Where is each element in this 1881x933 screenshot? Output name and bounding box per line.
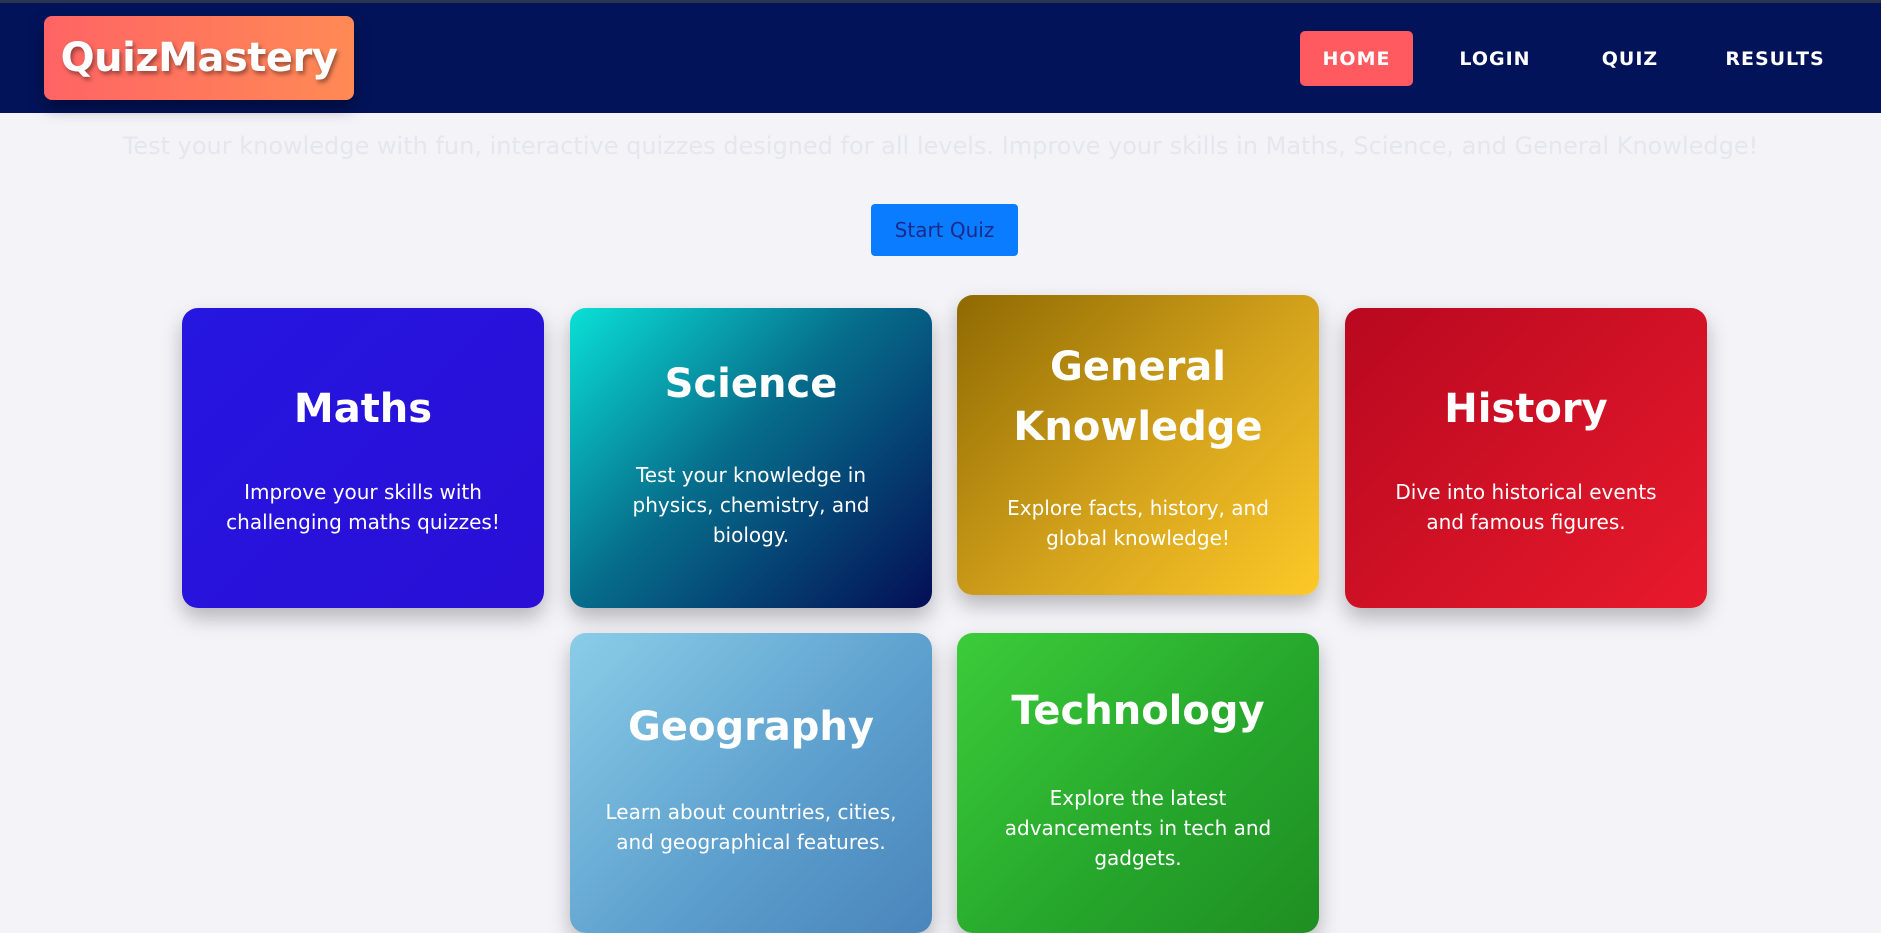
card-title: Maths [293,386,433,432]
navbar: QuizMastery HOME LOGIN QUIZ RESULTS [0,3,1881,113]
start-quiz-button[interactable]: Start Quiz [871,204,1018,256]
nav-login[interactable]: LOGIN [1440,31,1550,86]
card-technology[interactable]: Technology Explore the latest advancemen… [957,633,1319,933]
card-description: Test your knowledge in physics, chemistr… [632,463,870,547]
nav-quiz[interactable]: QUIZ [1580,31,1680,86]
card-title: General Knowledge [1013,344,1263,450]
card-title: Science [664,361,838,407]
card-general-knowledge[interactable]: General Knowledge Explore facts, history… [957,295,1319,595]
card-description: Explore the latest advancements in tech … [1004,786,1272,870]
card-geography[interactable]: Geography Learn about countries, cities,… [570,633,932,933]
card-title: Technology [1011,688,1265,734]
card-title: History [1444,386,1608,432]
site-logo[interactable]: QuizMastery [44,16,354,100]
hero-subtitle: Test your knowledge with fun, interactiv… [122,132,1759,160]
nav-home[interactable]: HOME [1300,31,1413,86]
card-science[interactable]: Science Test your knowledge in physics, … [570,308,932,608]
card-title: Geography [628,704,874,750]
nav-results[interactable]: RESULTS [1710,31,1840,86]
card-description: Learn about countries, cities, and geogr… [605,800,897,854]
card-maths[interactable]: Maths Improve your skills with challengi… [182,308,544,608]
card-description: Dive into historical events and famous f… [1395,480,1657,534]
card-description: Improve your skills with challenging mat… [226,480,500,534]
card-history[interactable]: History Dive into historical events and … [1345,308,1707,608]
card-description: Explore facts, history, and global knowl… [1007,496,1269,550]
